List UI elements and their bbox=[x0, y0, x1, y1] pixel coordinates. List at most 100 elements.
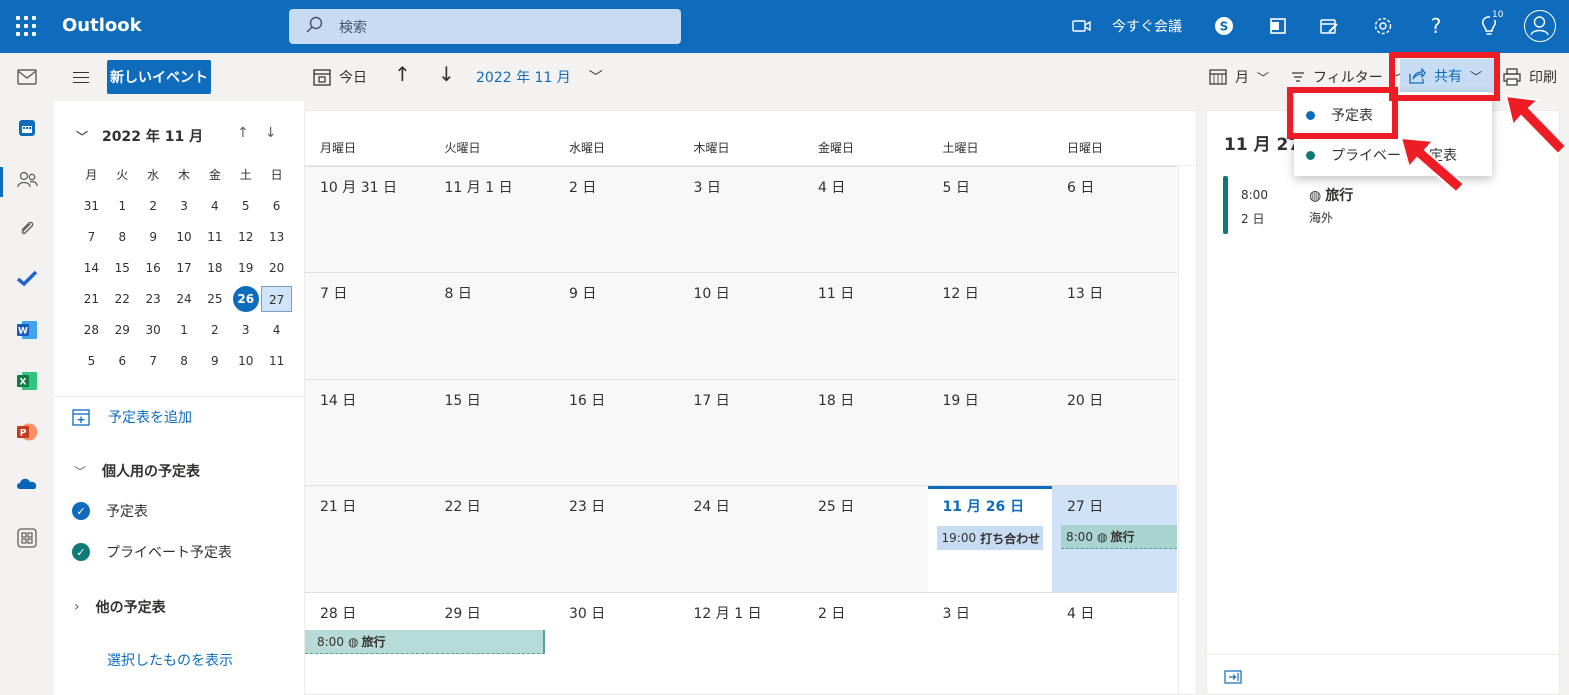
print-button[interactable]: 印刷 bbox=[1503, 67, 1557, 87]
mini-day-selected[interactable]: 27 bbox=[261, 285, 293, 312]
mini-day[interactable]: 30 bbox=[138, 317, 169, 343]
personal-calendars-group[interactable]: ﹀ 個人用の予定表 bbox=[74, 461, 200, 481]
mini-day[interactable]: 9 bbox=[138, 224, 169, 250]
day-cell[interactable]: 19 日 bbox=[927, 380, 1052, 486]
date-range-picker[interactable]: 2022 年 11 月 ﹀ bbox=[476, 67, 603, 87]
search-box[interactable]: 検索 bbox=[289, 9, 681, 44]
day-cell[interactable]: 18 日 bbox=[803, 380, 928, 486]
attachment-icon[interactable] bbox=[15, 217, 39, 241]
mini-day[interactable]: 17 bbox=[169, 255, 200, 281]
skype-icon[interactable]: S bbox=[1213, 14, 1235, 38]
excel-icon[interactable]: X bbox=[15, 369, 39, 393]
mini-day[interactable]: 24 bbox=[169, 286, 200, 312]
calendar-item-default[interactable]: ✓ 予定表 bbox=[72, 501, 148, 521]
app-name[interactable]: Outlook bbox=[62, 15, 142, 36]
day-cell[interactable]: 8 日 bbox=[429, 273, 554, 379]
mini-day[interactable]: 6 bbox=[107, 348, 138, 374]
more-apps-icon[interactable] bbox=[15, 526, 39, 550]
mini-day[interactable]: 3 bbox=[230, 317, 261, 343]
day-cell[interactable]: 3 日 bbox=[678, 167, 803, 273]
event-trip-continued[interactable]: 8:00 ◍ 旅行 bbox=[305, 630, 545, 654]
calendar-scrollbar[interactable] bbox=[1178, 166, 1196, 694]
onedrive-icon[interactable] bbox=[15, 471, 39, 495]
day-cell[interactable]: 6 日 bbox=[1052, 167, 1177, 273]
previous-arrow-icon[interactable]: ↑ bbox=[394, 62, 411, 86]
day-cell[interactable]: 15 日 bbox=[429, 380, 554, 486]
day-cell[interactable]: 22 日 bbox=[429, 486, 554, 592]
arrow-down-icon[interactable]: ↓ bbox=[265, 125, 277, 141]
calendar-icon[interactable] bbox=[15, 116, 39, 140]
mail-icon[interactable] bbox=[15, 65, 39, 89]
day-cell[interactable]: 2 日 bbox=[803, 593, 928, 695]
day-cell[interactable]: 2 日 bbox=[554, 167, 679, 273]
collapse-panel-icon[interactable] bbox=[1224, 670, 1242, 684]
mini-day[interactable]: 2 bbox=[199, 317, 230, 343]
mini-day[interactable]: 21 bbox=[76, 286, 107, 312]
day-cell[interactable]: 11 日 bbox=[803, 273, 928, 379]
mini-day[interactable]: 20 bbox=[261, 255, 292, 281]
office-icon[interactable] bbox=[1267, 14, 1289, 38]
event-trip[interactable]: 8:00 ◍ 旅行 bbox=[1061, 525, 1177, 549]
video-camera-icon[interactable] bbox=[1072, 14, 1092, 38]
app-launcher-icon[interactable] bbox=[16, 16, 36, 36]
day-cell[interactable]: 21 日 bbox=[305, 486, 430, 592]
mini-day[interactable]: 31 bbox=[76, 193, 107, 219]
day-cell[interactable]: 10 月 31 日 bbox=[305, 167, 430, 273]
day-cell[interactable]: 30 日 bbox=[554, 593, 679, 695]
powerpoint-icon[interactable]: P bbox=[15, 420, 39, 444]
mini-calendar-header[interactable]: ﹀ 2022 年 11 月 bbox=[76, 126, 203, 146]
account-avatar[interactable] bbox=[1524, 10, 1556, 42]
next-arrow-icon[interactable]: ↓ bbox=[438, 62, 455, 86]
mini-day[interactable]: 14 bbox=[76, 255, 107, 281]
help-icon[interactable]: ? bbox=[1426, 14, 1446, 38]
mini-day[interactable]: 8 bbox=[169, 348, 200, 374]
mini-day[interactable]: 6 bbox=[261, 193, 292, 219]
mini-day[interactable]: 12 bbox=[230, 224, 261, 250]
mini-day[interactable]: 1 bbox=[169, 317, 200, 343]
mini-day[interactable]: 4 bbox=[199, 193, 230, 219]
hamburger-icon[interactable] bbox=[73, 72, 89, 83]
day-cell[interactable]: 16 日 bbox=[554, 380, 679, 486]
mini-day[interactable]: 15 bbox=[107, 255, 138, 281]
day-cell-today[interactable]: 11 月 26 日 19:00 打ち合わせ bbox=[927, 486, 1052, 592]
mini-day[interactable]: 10 bbox=[230, 348, 261, 374]
day-cell[interactable]: 23 日 bbox=[554, 486, 679, 592]
settings-icon[interactable] bbox=[1372, 14, 1394, 38]
other-calendars-group[interactable]: › 他の予定表 bbox=[74, 597, 166, 617]
view-switcher[interactable]: 月 ﹀ bbox=[1209, 67, 1269, 87]
day-cell[interactable]: 7 日 bbox=[305, 273, 430, 379]
day-cell[interactable]: 24 日 bbox=[678, 486, 803, 592]
mini-day[interactable]: 25 bbox=[199, 286, 230, 312]
mini-day[interactable]: 11 bbox=[261, 348, 292, 374]
mini-day[interactable]: 5 bbox=[230, 193, 261, 219]
new-event-button[interactable]: 新しいイベント bbox=[107, 60, 211, 94]
day-cell[interactable]: 5 日 bbox=[927, 167, 1052, 273]
show-selected-link[interactable]: 選択したものを表示 bbox=[107, 650, 233, 670]
day-cell[interactable]: 12 月 1 日 bbox=[679, 593, 804, 695]
mini-day[interactable]: 19 bbox=[230, 255, 261, 281]
todo-icon[interactable] bbox=[15, 266, 39, 290]
mini-day[interactable]: 7 bbox=[138, 348, 169, 374]
day-cell[interactable]: 3 日 bbox=[928, 593, 1053, 695]
day-cell[interactable]: 11 月 1 日 bbox=[429, 167, 554, 273]
mini-day[interactable]: 2 bbox=[138, 193, 169, 219]
day-cell-selected[interactable]: 27 日 8:00 ◍ 旅行 bbox=[1052, 486, 1177, 592]
mini-day[interactable]: 29 bbox=[107, 317, 138, 343]
mini-day[interactable]: 28 bbox=[76, 317, 107, 343]
day-cell[interactable]: 4 日 bbox=[1052, 593, 1177, 695]
word-icon[interactable]: W bbox=[15, 318, 39, 342]
meet-now-button[interactable]: 今すぐ会議 bbox=[1112, 16, 1182, 36]
day-cell[interactable]: 9 日 bbox=[554, 273, 679, 379]
people-icon[interactable] bbox=[15, 167, 39, 191]
mini-day[interactable]: 18 bbox=[199, 255, 230, 281]
arrow-up-icon[interactable]: ↑ bbox=[237, 125, 249, 141]
mini-day[interactable]: 16 bbox=[138, 255, 169, 281]
mini-day[interactable]: 23 bbox=[138, 286, 169, 312]
day-cell[interactable]: 25 日 bbox=[803, 486, 928, 592]
day-cell[interactable]: 17 日 bbox=[678, 380, 803, 486]
day-cell[interactable]: 14 日 bbox=[305, 380, 430, 486]
today-button[interactable]: 今日 bbox=[313, 67, 367, 87]
day-cell[interactable]: 4 日 bbox=[803, 167, 928, 273]
day-cell[interactable]: 13 日 bbox=[1052, 273, 1177, 379]
mini-day[interactable]: 3 bbox=[169, 193, 200, 219]
